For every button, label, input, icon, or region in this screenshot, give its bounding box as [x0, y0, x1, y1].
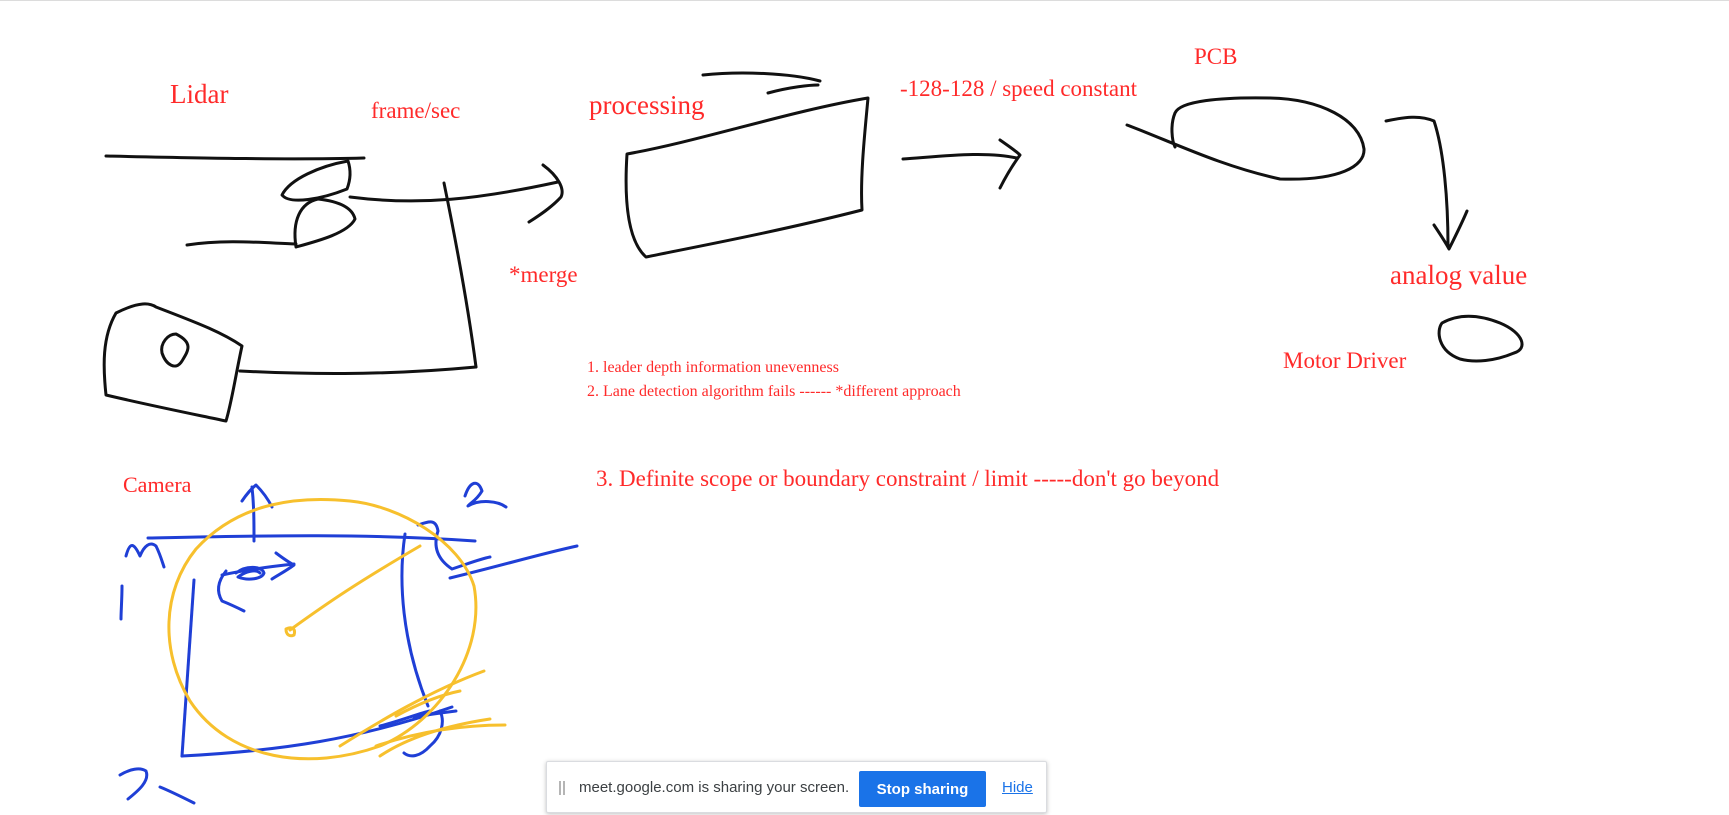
- screen-share-message: meet.google.com is sharing your screen.: [579, 779, 850, 796]
- drag-handle-icon[interactable]: [559, 781, 565, 795]
- whiteboard-sketch: [102, 71, 1524, 805]
- stop-sharing-button[interactable]: Stop sharing: [859, 771, 986, 807]
- annotation-pointer-line: [288, 544, 422, 632]
- processing-box: [624, 96, 870, 259]
- fov-bottom-line: [180, 705, 454, 758]
- screen-share-bar: meet.google.com is sharing your screen. …: [546, 761, 1047, 813]
- processing-label: processing: [589, 90, 705, 120]
- camera-label: Camera: [123, 472, 192, 497]
- whiteboard-canvas[interactable]: Lidar frame/sec processing -128-128 / sp…: [0, 0, 1729, 815]
- lidar-processing-arrow: [348, 180, 560, 203]
- analog-value-label: analog value: [1390, 260, 1528, 290]
- camera-body: [102, 302, 244, 423]
- lidar-processing-arrowhead: [527, 163, 564, 224]
- fov-bottom-left-mark: [118, 767, 196, 805]
- fov-left-tick: [119, 584, 124, 621]
- motor-driver-label: Motor Driver: [1283, 348, 1407, 373]
- frame-rate-label: frame/sec: [371, 98, 461, 123]
- lidar-beam-line: [104, 154, 366, 161]
- fov-corner-marks: [124, 542, 166, 569]
- pcb-analog-arrowhead: [1432, 209, 1469, 251]
- lidar-sensor-shape: [280, 159, 352, 202]
- processing-pcb-arrow: [901, 152, 1019, 161]
- fov-right-line: [400, 532, 430, 708]
- fov-r-mark: [463, 481, 508, 509]
- fov-left-line: [180, 578, 196, 758]
- processing-scribble: [701, 71, 822, 83]
- merge-label: *merge: [509, 262, 578, 287]
- processing-scribble-2: [766, 83, 820, 95]
- hide-link[interactable]: Hide: [1002, 779, 1033, 796]
- lidar-sensor-shape-lower: [293, 197, 357, 249]
- lidar-base-line: [185, 240, 298, 247]
- note-item-2: 2. Lane detection algorithm fails ------…: [587, 383, 961, 400]
- processing-pcb-arrowhead: [998, 138, 1022, 190]
- pcb-analog-arrow: [1384, 115, 1450, 248]
- speed-range-label: -128-128 / speed constant: [900, 76, 1137, 101]
- lidar-label: Lidar: [170, 79, 229, 109]
- pcb-label: PCB: [1194, 44, 1238, 69]
- note-item-1: 1. leader depth information unevenness: [587, 359, 839, 376]
- camera-connector-riser: [442, 181, 478, 369]
- fov-arrow-horizontal: [220, 551, 296, 581]
- camera-connector-line: [238, 365, 478, 376]
- camera-lens: [160, 332, 190, 368]
- motor-driver-shape: [1437, 314, 1524, 363]
- note-item-3: 3. Definite scope or boundary constraint…: [596, 466, 1220, 491]
- fov-top-line: [146, 534, 477, 543]
- annotation-pointer-dot: [284, 626, 296, 638]
- pcb-shape: [1125, 96, 1366, 181]
